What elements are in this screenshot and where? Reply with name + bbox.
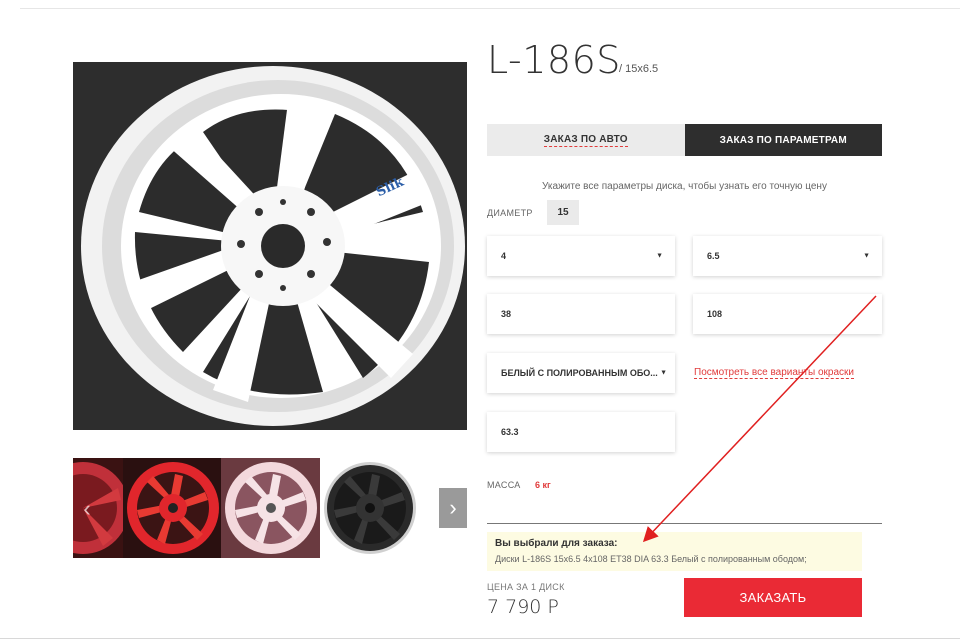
order-button[interactable]: ЗАКАЗАТЬ [684, 578, 862, 617]
price-value: 7 790 Р [487, 596, 559, 618]
chevron-down-icon: ▼ [656, 252, 663, 260]
dia-field[interactable]: 63.3 [487, 412, 675, 452]
thumbnail-red[interactable] [122, 458, 222, 558]
selection-text: Диски L-186S 15x6.5 4x108 ET38 DIA 63.3 … [495, 554, 807, 564]
tab-order-by-car[interactable]: ЗАКАЗ ПО АВТО [487, 124, 685, 156]
bottom-divider [0, 638, 960, 639]
params-hint: Укажите все параметры диска, чтобы узнат… [542, 181, 827, 192]
top-divider [20, 8, 960, 9]
product-main-image[interactable]: Slik [73, 62, 467, 430]
selection-title: Вы выбрали для заказа: [495, 538, 618, 549]
thumbnail-white-pink[interactable] [221, 458, 320, 558]
gallery-next-icon[interactable]: › [439, 488, 467, 528]
pcd-field[interactable]: 108 [693, 294, 882, 334]
selection-summary: Вы выбрали для заказа: Диски L-186S 15x6… [487, 532, 862, 571]
order-mode-tabs: ЗАКАЗ ПО АВТО ЗАКАЗ ПО ПАРАМЕТРАМ [487, 124, 882, 156]
tab-order-by-car-label: ЗАКАЗ ПО АВТО [543, 133, 628, 147]
product-title: L-186S [487, 38, 621, 82]
mass-label: МАССА [487, 480, 521, 490]
wheel-illustration [73, 62, 467, 430]
thumbnail-strip [73, 458, 418, 558]
et-field[interactable]: 38 [487, 294, 675, 334]
section-divider [487, 523, 882, 524]
product-size-subtitle: / 15x6.5 [619, 63, 659, 75]
color-select[interactable]: БЕЛЫЙ С ПОЛИРОВАННЫМ ОБО... ▼ [487, 353, 675, 393]
width-value: 6.5 [707, 251, 720, 261]
price-label: ЦЕНА ЗА 1 ДИСК [487, 582, 565, 592]
pcd-count-value: 4 [501, 251, 507, 261]
width-select[interactable]: 6.5 ▼ [693, 236, 882, 276]
chevron-down-icon: ▼ [863, 252, 870, 260]
color-value: БЕЛЫЙ С ПОЛИРОВАННЫМ ОБО... [501, 368, 658, 378]
gallery-prev-icon[interactable]: ‹ [73, 490, 101, 528]
pcd-value: 108 [707, 309, 723, 319]
thumbnail-black[interactable] [319, 458, 418, 558]
mass-value: 6 кг [535, 480, 551, 490]
dia-value: 63.3 [501, 427, 519, 437]
pcd-count-select[interactable]: 4 ▼ [487, 236, 675, 276]
et-value: 38 [501, 309, 512, 319]
tab-order-by-params[interactable]: ЗАКАЗ ПО ПАРАМЕТРАМ [684, 124, 882, 156]
chevron-down-icon: ▼ [660, 369, 667, 377]
all-colors-link[interactable]: Посмотреть все варианты окраски [694, 367, 855, 379]
diameter-label: ДИАМЕТР [487, 208, 533, 218]
diameter-option[interactable]: 15 [547, 200, 579, 225]
